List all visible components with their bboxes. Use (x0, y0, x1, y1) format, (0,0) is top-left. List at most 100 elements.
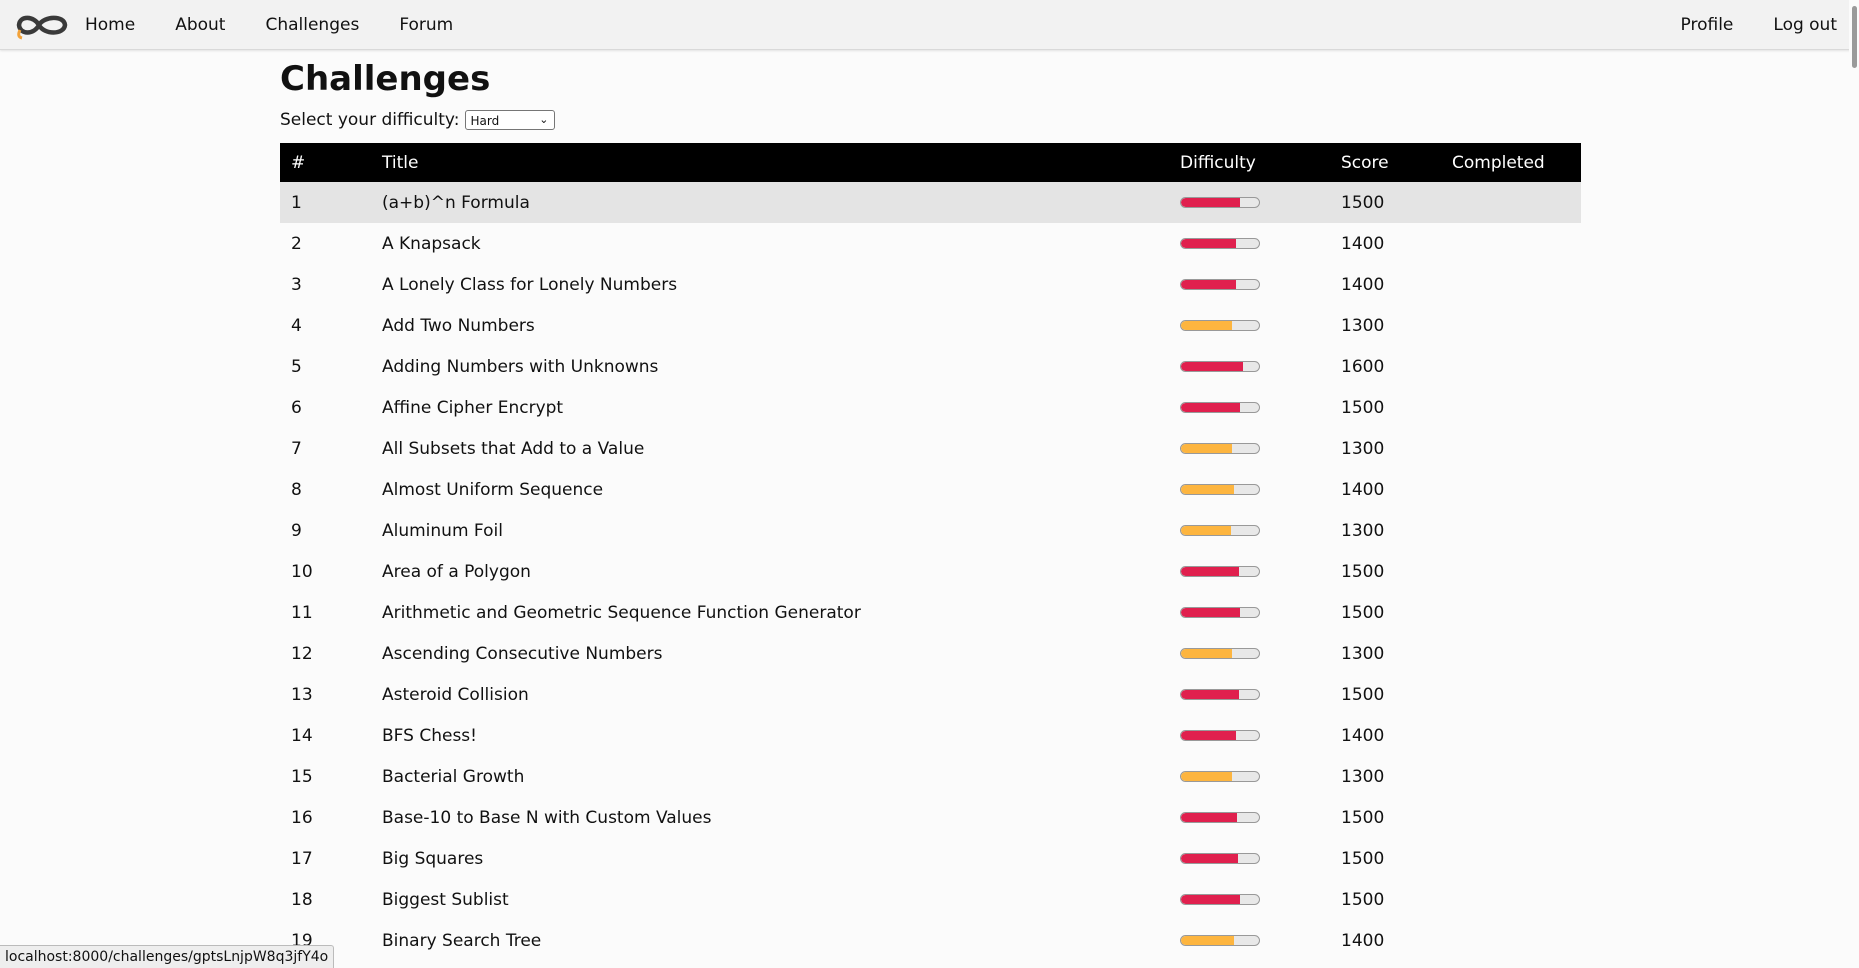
cell-number: 7 (291, 438, 302, 459)
header-number: # (291, 152, 306, 173)
cell-score: 1400 (1341, 233, 1385, 254)
cell-title[interactable]: A Knapsack (371, 223, 1169, 264)
cell-difficulty (1169, 182, 1330, 223)
table-row[interactable]: 11 Arithmetic and Geometric Sequence Func… (280, 592, 1581, 633)
difficulty-bar-fill (1181, 731, 1236, 740)
cell-title[interactable]: Base-10 to Base N with Custom Values (371, 797, 1169, 838)
cell-completed (1441, 756, 1581, 797)
cell-title[interactable]: (a+b)^n Formula (371, 182, 1169, 223)
cell-difficulty (1169, 510, 1330, 551)
cell-difficulty (1169, 838, 1330, 879)
cell-score: 1500 (1341, 397, 1385, 418)
cell-score: 1400 (1341, 725, 1385, 746)
cell-difficulty (1169, 715, 1330, 756)
cell-title[interactable]: Binary Search Tree (371, 920, 1169, 961)
cell-title[interactable]: Almost Uniform Sequence (371, 469, 1169, 510)
cell-title[interactable]: Arithmetic and Geometric Sequence Functi… (371, 592, 1169, 633)
cell-number: 4 (291, 315, 302, 336)
cell-score: 1300 (1341, 643, 1385, 664)
table-row[interactable]: 16 Base-10 to Base N with Custom Values 15… (280, 797, 1581, 838)
cell-difficulty (1169, 428, 1330, 469)
nav-forum-link[interactable]: Forum (399, 15, 453, 35)
difficulty-bar (1180, 648, 1260, 659)
cell-title[interactable]: Add Two Numbers (371, 305, 1169, 346)
table-row[interactable]: 17 Big Squares 1500 (280, 838, 1581, 879)
cell-title[interactable]: BFS Chess! (371, 715, 1169, 756)
nav-left: Home About Challenges Forum (85, 0, 493, 50)
difficulty-filter: Select your difficulty: Hard ⌄ (280, 108, 1581, 132)
table-row[interactable]: 1 (a+b)^n Formula 1500 (280, 182, 1581, 223)
table-row[interactable]: 18 Biggest Sublist 1500 (280, 879, 1581, 920)
table-row[interactable]: 13 Asteroid Collision 1500 (280, 674, 1581, 715)
cell-title[interactable]: All Subsets that Add to a Value (371, 428, 1169, 469)
cell-score: 1500 (1341, 602, 1385, 623)
difficulty-bar (1180, 730, 1260, 741)
difficulty-bar (1180, 197, 1260, 208)
cell-difficulty (1169, 551, 1330, 592)
nav-home-link[interactable]: Home (85, 15, 135, 35)
table-row[interactable]: 4 Add Two Numbers 1300 (280, 305, 1581, 346)
cell-difficulty (1169, 346, 1330, 387)
table-row[interactable]: 14 BFS Chess! 1400 (280, 715, 1581, 756)
table-row[interactable]: 15 Bacterial Growth 1300 (280, 756, 1581, 797)
cell-title[interactable]: Biggest Sublist (371, 879, 1169, 920)
cell-title[interactable]: Bacterial Growth (371, 756, 1169, 797)
chevron-down-icon: ⌄ (539, 113, 549, 126)
difficulty-bar-fill (1181, 362, 1243, 371)
cell-title[interactable]: Ascending Consecutive Numbers (371, 633, 1169, 674)
cell-completed (1441, 674, 1581, 715)
cell-completed (1441, 838, 1581, 879)
cell-title[interactable]: A Lonely Class for Lonely Numbers (371, 264, 1169, 305)
difficulty-bar (1180, 484, 1260, 495)
cell-completed (1441, 510, 1581, 551)
page: Home About Challenges Forum Profile Log … (0, 0, 1859, 968)
table-row[interactable]: 6 Affine Cipher Encrypt 1500 (280, 387, 1581, 428)
table-row[interactable]: 9 Aluminum Foil 1300 (280, 510, 1581, 551)
cell-score: 1500 (1341, 192, 1385, 213)
cell-number: 12 (291, 643, 313, 664)
table-row[interactable]: 3 A Lonely Class for Lonely Numbers 1400 (280, 264, 1581, 305)
cell-title[interactable]: Adding Numbers with Unknowns (371, 346, 1169, 387)
table-row[interactable]: 10 Area of a Polygon 1500 (280, 551, 1581, 592)
difficulty-bar-fill (1181, 649, 1232, 658)
cell-difficulty (1169, 633, 1330, 674)
difficulty-bar (1180, 689, 1260, 700)
difficulty-bar (1180, 525, 1260, 536)
cell-title[interactable]: Area of a Polygon (371, 551, 1169, 592)
scrollbar-thumb[interactable] (1852, 6, 1857, 68)
table-row[interactable]: 7 All Subsets that Add to a Value 1300 (280, 428, 1581, 469)
cell-completed (1441, 305, 1581, 346)
nav-logout-link[interactable]: Log out (1773, 15, 1837, 35)
table-row[interactable]: 12 Ascending Consecutive Numbers 1300 (280, 633, 1581, 674)
cell-title[interactable]: Asteroid Collision (371, 674, 1169, 715)
nav-about-link[interactable]: About (175, 15, 225, 35)
table-row[interactable]: 19 Binary Search Tree 1400 (280, 920, 1581, 961)
cell-completed (1441, 428, 1581, 469)
difficulty-bar-fill (1181, 567, 1239, 576)
difficulty-bar-fill (1181, 321, 1233, 330)
nav-profile-link[interactable]: Profile (1681, 15, 1734, 35)
infinity-logo-icon[interactable] (14, 8, 70, 42)
cell-title[interactable]: Affine Cipher Encrypt (371, 387, 1169, 428)
nav-challenges-link[interactable]: Challenges (265, 15, 359, 35)
cell-number: 13 (291, 684, 313, 705)
cell-number: 1 (291, 192, 302, 213)
cell-difficulty (1169, 469, 1330, 510)
difficulty-bar-fill (1181, 813, 1238, 822)
difficulty-select[interactable]: Hard ⌄ (464, 110, 555, 130)
table-row[interactable]: 8 Almost Uniform Sequence 1400 (280, 469, 1581, 510)
cell-title[interactable]: Big Squares (371, 838, 1169, 879)
vertical-scrollbar[interactable] (1849, 0, 1859, 968)
table-row[interactable]: 2 A Knapsack 1400 (280, 223, 1581, 264)
cell-completed (1441, 592, 1581, 633)
cell-title[interactable]: Aluminum Foil (371, 510, 1169, 551)
table-row[interactable]: 5 Adding Numbers with Unknowns 1600 (280, 346, 1581, 387)
cell-difficulty (1169, 264, 1330, 305)
cell-score: 1500 (1341, 684, 1385, 705)
main-content: Challenges Select your difficulty: Hard … (280, 58, 1581, 961)
difficulty-bar-fill (1181, 772, 1233, 781)
cell-score: 1300 (1341, 438, 1385, 459)
cell-difficulty (1169, 223, 1330, 264)
difficulty-select-value: Hard (470, 114, 500, 128)
cell-completed (1441, 879, 1581, 920)
